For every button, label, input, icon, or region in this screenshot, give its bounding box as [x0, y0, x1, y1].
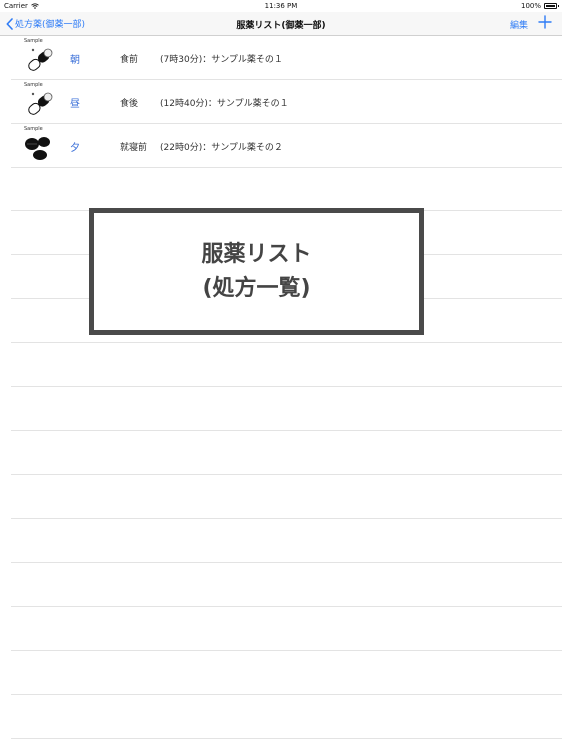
battery-indicator: 100% — [520, 2, 559, 10]
edit-button[interactable]: 編集 — [510, 18, 528, 31]
list-item[interactable]: Sample 朝 食前 (7時30分)：サンプル薬その１ — [0, 36, 562, 80]
plus-icon[interactable] — [538, 15, 552, 29]
time-of-day: 朝 — [70, 55, 80, 66]
navigation-bar: 処方薬(御薬一部) 服薬リスト(御薬一部) 編集 — [0, 12, 562, 36]
caption-title: 服薬リスト — [201, 241, 312, 267]
row-divider — [11, 694, 562, 695]
caption-subtitle: (処方一覧) — [202, 275, 311, 301]
dose-timing: 就寝前 — [120, 143, 148, 153]
row-divider — [11, 650, 562, 651]
dose-timing: 食前 — [120, 55, 139, 65]
battery-percent: 100% — [520, 2, 541, 10]
capsule-icon — [28, 92, 53, 115]
list-item[interactable]: Sample 夕 就寝前 (22時0分)：サンプル薬その２ — [0, 124, 562, 168]
row-divider — [11, 342, 562, 343]
dose-detail: (12時40分)：サンプル薬その１ — [160, 99, 289, 109]
row-divider — [11, 386, 562, 387]
medicine-thumbnail: Sample — [22, 82, 56, 122]
battery-icon — [544, 3, 559, 9]
status-bar: Carrier 11:36 PM 100% — [0, 0, 562, 12]
time-of-day: 昼 — [70, 99, 80, 110]
dose-timing: 食後 — [120, 99, 139, 109]
caption-box: 服薬リスト (処方一覧) — [89, 208, 424, 335]
row-divider — [11, 738, 562, 739]
time-of-day: 夕 — [70, 143, 80, 154]
row-divider — [11, 518, 562, 519]
page-title: 服薬リスト(御薬一部) — [236, 21, 326, 31]
row-divider — [11, 562, 562, 563]
medicine-thumbnail: Sample — [22, 126, 56, 166]
row-divider — [11, 474, 562, 475]
row-divider — [11, 430, 562, 431]
medicine-thumbnail: Sample — [22, 38, 56, 78]
dose-detail: (7時30分)：サンプル薬その１ — [160, 55, 283, 65]
medication-list: Sample 朝 食前 (7時30分)：サンプル薬その１ Sample 昼 食後… — [0, 36, 562, 168]
row-divider — [11, 606, 562, 607]
tablets-icon — [25, 137, 50, 160]
list-item[interactable]: Sample 昼 食後 (12時40分)：サンプル薬その１ — [0, 80, 562, 124]
capsule-icon — [28, 48, 53, 71]
dose-detail: (22時0分)：サンプル薬その２ — [160, 143, 283, 153]
status-time: 11:36 PM — [264, 2, 298, 10]
